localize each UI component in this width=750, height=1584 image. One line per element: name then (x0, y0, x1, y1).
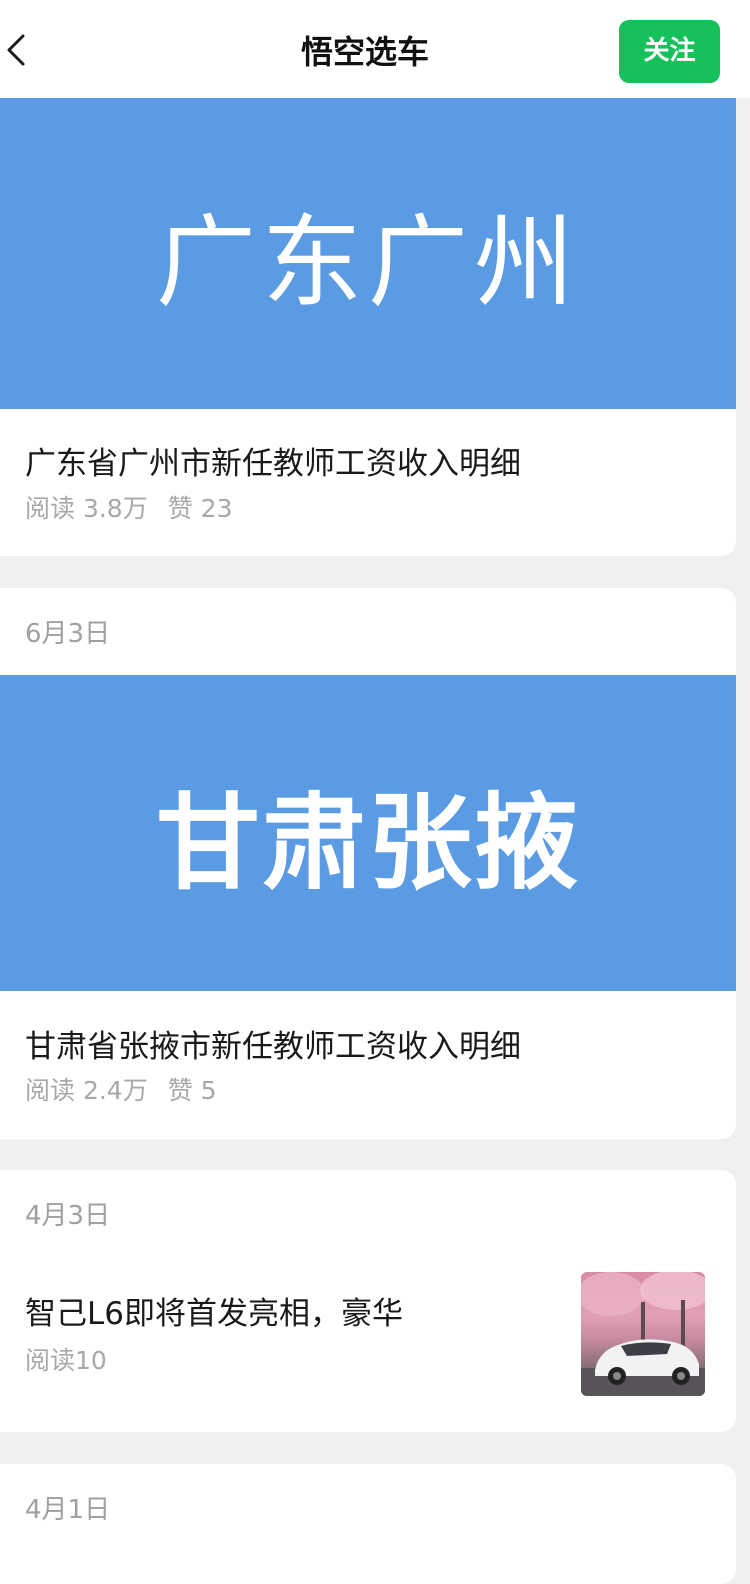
article-title[interactable]: 甘肃省张掖市新任教师工资收入明细 (25, 1027, 521, 1067)
article-banner-image[interactable]: 甘肃张掖 (0, 675, 736, 991)
article-card[interactable]: 广东广州 广东省广州市新任教师工资收入明细 阅读 3.8万赞 23 (0, 98, 736, 556)
article-card[interactable]: 6月3日 甘肃张掖 甘肃省张掖市新任教师工资收入明细 阅读 2.4万赞 5 (0, 588, 736, 1139)
read-count: 阅读10 (25, 1346, 107, 1375)
article-date: 6月3日 (25, 619, 111, 649)
article-card[interactable]: 4月1日 (0, 1464, 736, 1584)
article-title[interactable]: 广东省广州市新任教师工资收入明细 (25, 444, 521, 484)
like-count: 赞 5 (167, 1076, 217, 1105)
top-bar: 悟空选车 关注 (0, 0, 750, 98)
article-thumbnail[interactable] (581, 1272, 705, 1396)
banner-text: 广东广州 (156, 204, 580, 321)
like-count: 赞 23 (167, 494, 233, 523)
article-title[interactable]: 智己L6即将首发亮相，豪华 (25, 1294, 403, 1334)
read-count: 阅读 2.4万 (25, 1076, 148, 1105)
article-meta: 阅读 3.8万赞 23 (25, 492, 232, 526)
car-photo-icon (581, 1272, 705, 1396)
article-date: 4月3日 (25, 1201, 111, 1231)
follow-button[interactable]: 关注 (619, 20, 720, 83)
article-meta: 阅读10 (25, 1344, 107, 1378)
article-banner-image[interactable]: 广东广州 (0, 98, 736, 409)
article-card[interactable]: 4月3日 智己L6即将首发亮相，豪华 阅读10 (0, 1170, 736, 1432)
read-count: 阅读 3.8万 (25, 494, 148, 523)
article-date: 4月1日 (25, 1495, 111, 1525)
banner-text: 甘肃张掖 (155, 781, 580, 904)
article-meta: 阅读 2.4万赞 5 (25, 1074, 217, 1108)
